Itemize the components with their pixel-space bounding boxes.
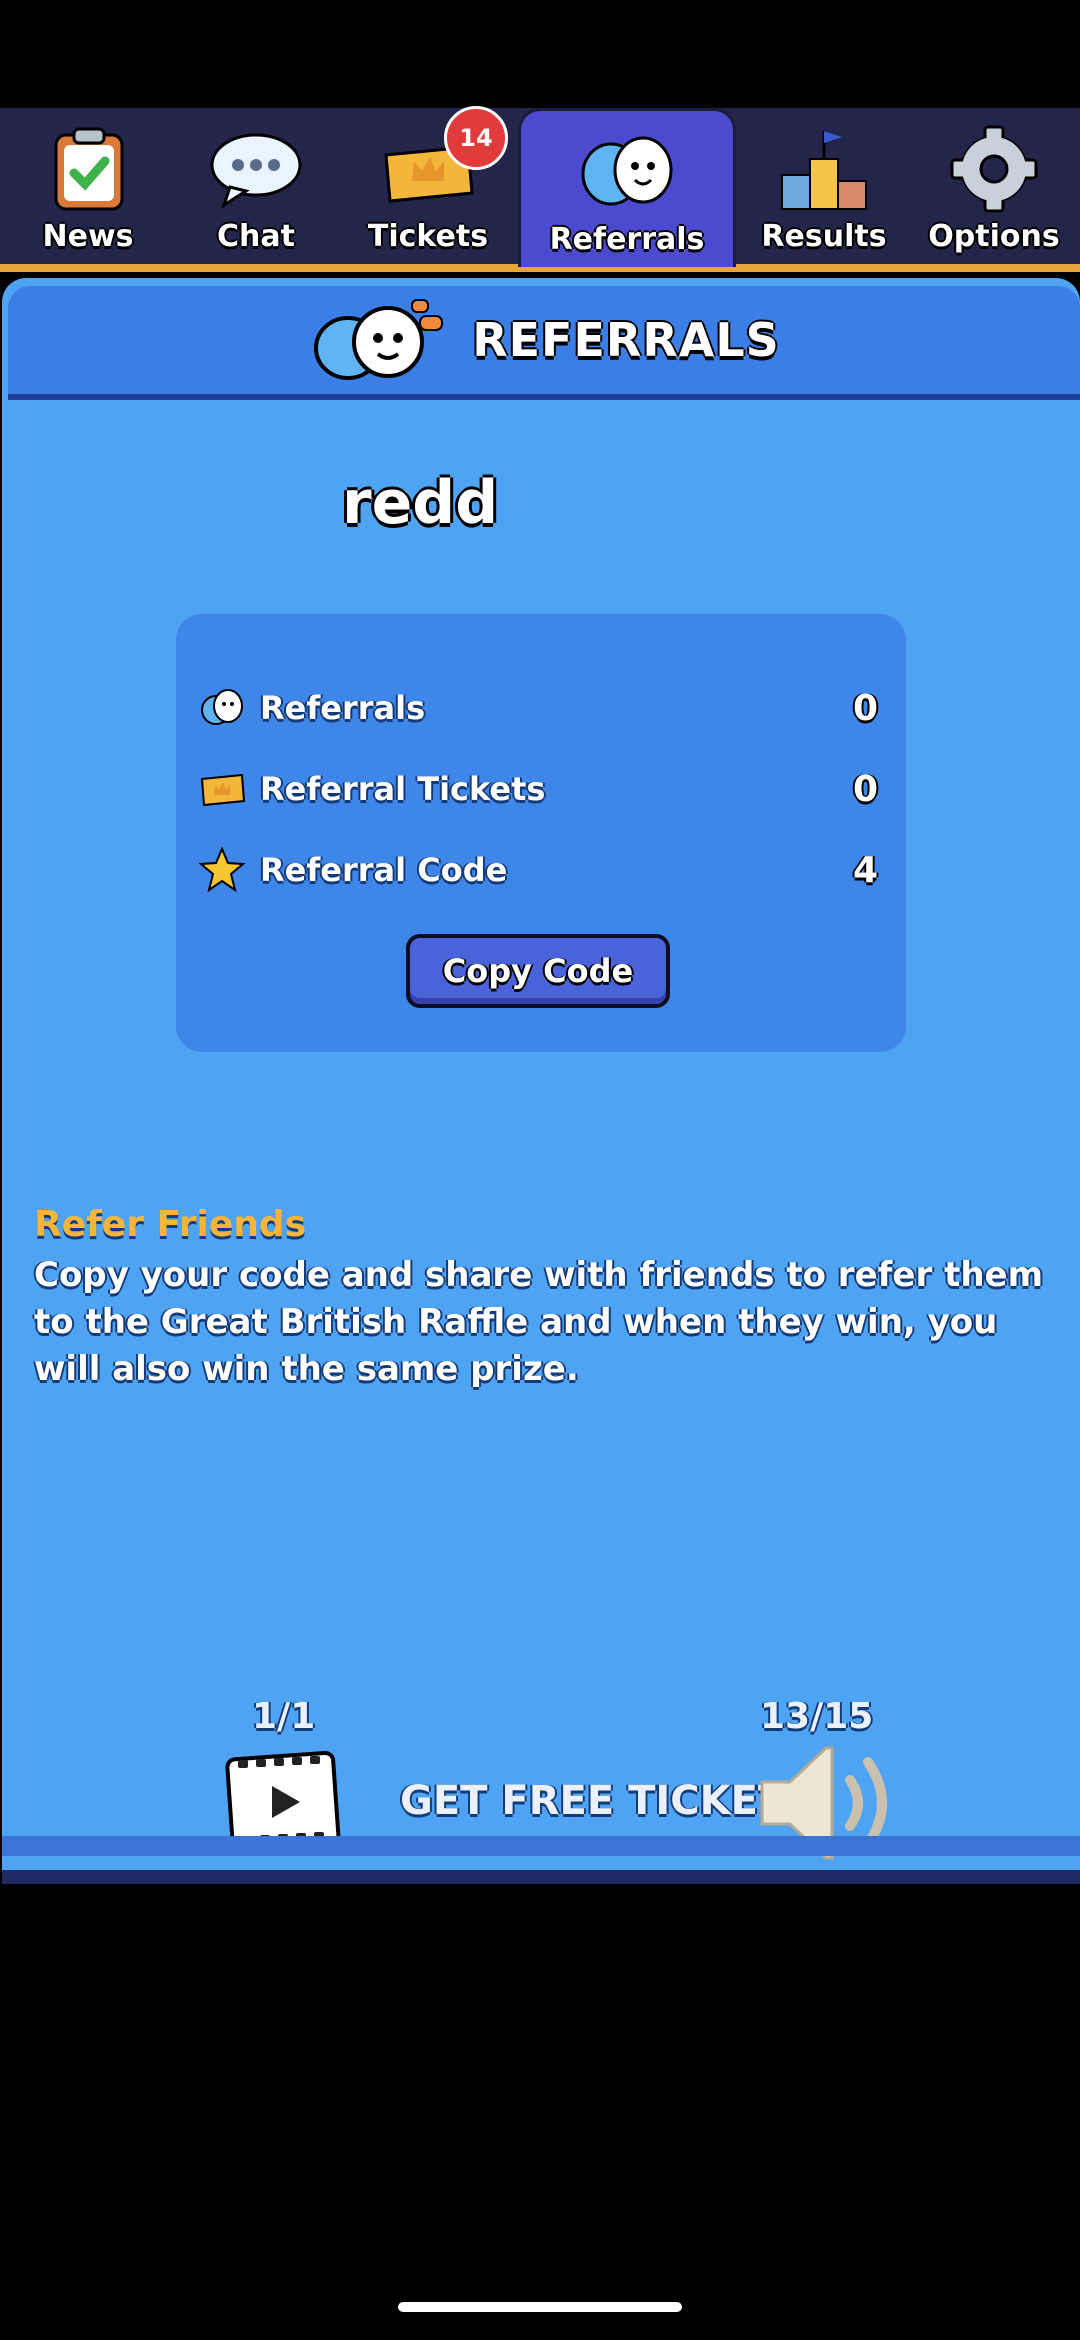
speech-bubble-icon xyxy=(210,133,302,209)
get-free-tickets-label: GET FREE TICKETS xyxy=(400,1778,815,1824)
page-title: REFERRALS xyxy=(472,313,780,367)
stat-value: 0 xyxy=(852,687,878,729)
stat-value: 4 xyxy=(852,849,878,891)
podium-icon xyxy=(781,131,867,210)
username: redd xyxy=(342,468,499,538)
friends-icon xyxy=(201,689,243,725)
ticket-icon xyxy=(200,773,246,807)
star-icon xyxy=(198,846,246,893)
stat-label: Referral Code xyxy=(260,851,508,889)
stat-row-referrals: Referrals 0 xyxy=(198,678,878,738)
tab-results[interactable]: Results xyxy=(736,108,912,264)
tab-label: News xyxy=(42,219,134,254)
stat-label: Referrals xyxy=(260,689,426,727)
refer-friends-heading: Refer Friends xyxy=(34,1204,307,1245)
friends-icon xyxy=(581,136,673,206)
refer-friends-description: Copy your code and share with friends to… xyxy=(34,1255,1044,1389)
clipboard-check-icon xyxy=(54,127,124,211)
top-nav: News Chat Tickets 14 Referrals Results O… xyxy=(0,106,1080,272)
referrals-panel: REFERRALS redd Referrals 0 Referral Tick… xyxy=(2,278,1080,1884)
home-indicator[interactable] xyxy=(398,2302,682,2312)
panel-bottom-bar xyxy=(2,1836,1080,1856)
stat-row-referral-code: Referral Code 4 xyxy=(198,840,878,900)
stat-label: Referral Tickets xyxy=(260,770,546,808)
tab-label: Chat xyxy=(217,219,295,254)
stats-card: Referrals 0 Referral Tickets 0 Referral … xyxy=(176,614,906,1052)
gear-icon xyxy=(950,125,1038,213)
tab-referrals[interactable]: Referrals xyxy=(518,108,736,267)
tab-options[interactable]: Options xyxy=(906,108,1080,264)
tab-tickets[interactable]: Tickets 14 xyxy=(340,106,516,264)
tab-label: Tickets xyxy=(367,219,489,254)
tab-chat[interactable]: Chat xyxy=(168,108,344,264)
copy-code-button[interactable]: Copy Code xyxy=(406,934,670,1008)
panel-header: REFERRALS xyxy=(8,286,1080,400)
tab-news[interactable]: News xyxy=(0,108,176,264)
tab-label: Results xyxy=(761,219,887,254)
notification-badge: 14 xyxy=(444,106,508,170)
sound-count: 13/15 xyxy=(760,1696,874,1737)
friends-icon xyxy=(314,299,444,380)
stat-value: 0 xyxy=(852,768,878,810)
video-count: 1/1 xyxy=(252,1696,316,1737)
tab-label: Referrals xyxy=(549,222,705,257)
tab-label: Options xyxy=(928,219,1060,254)
stat-row-referral-tickets: Referral Tickets 0 xyxy=(198,759,878,819)
